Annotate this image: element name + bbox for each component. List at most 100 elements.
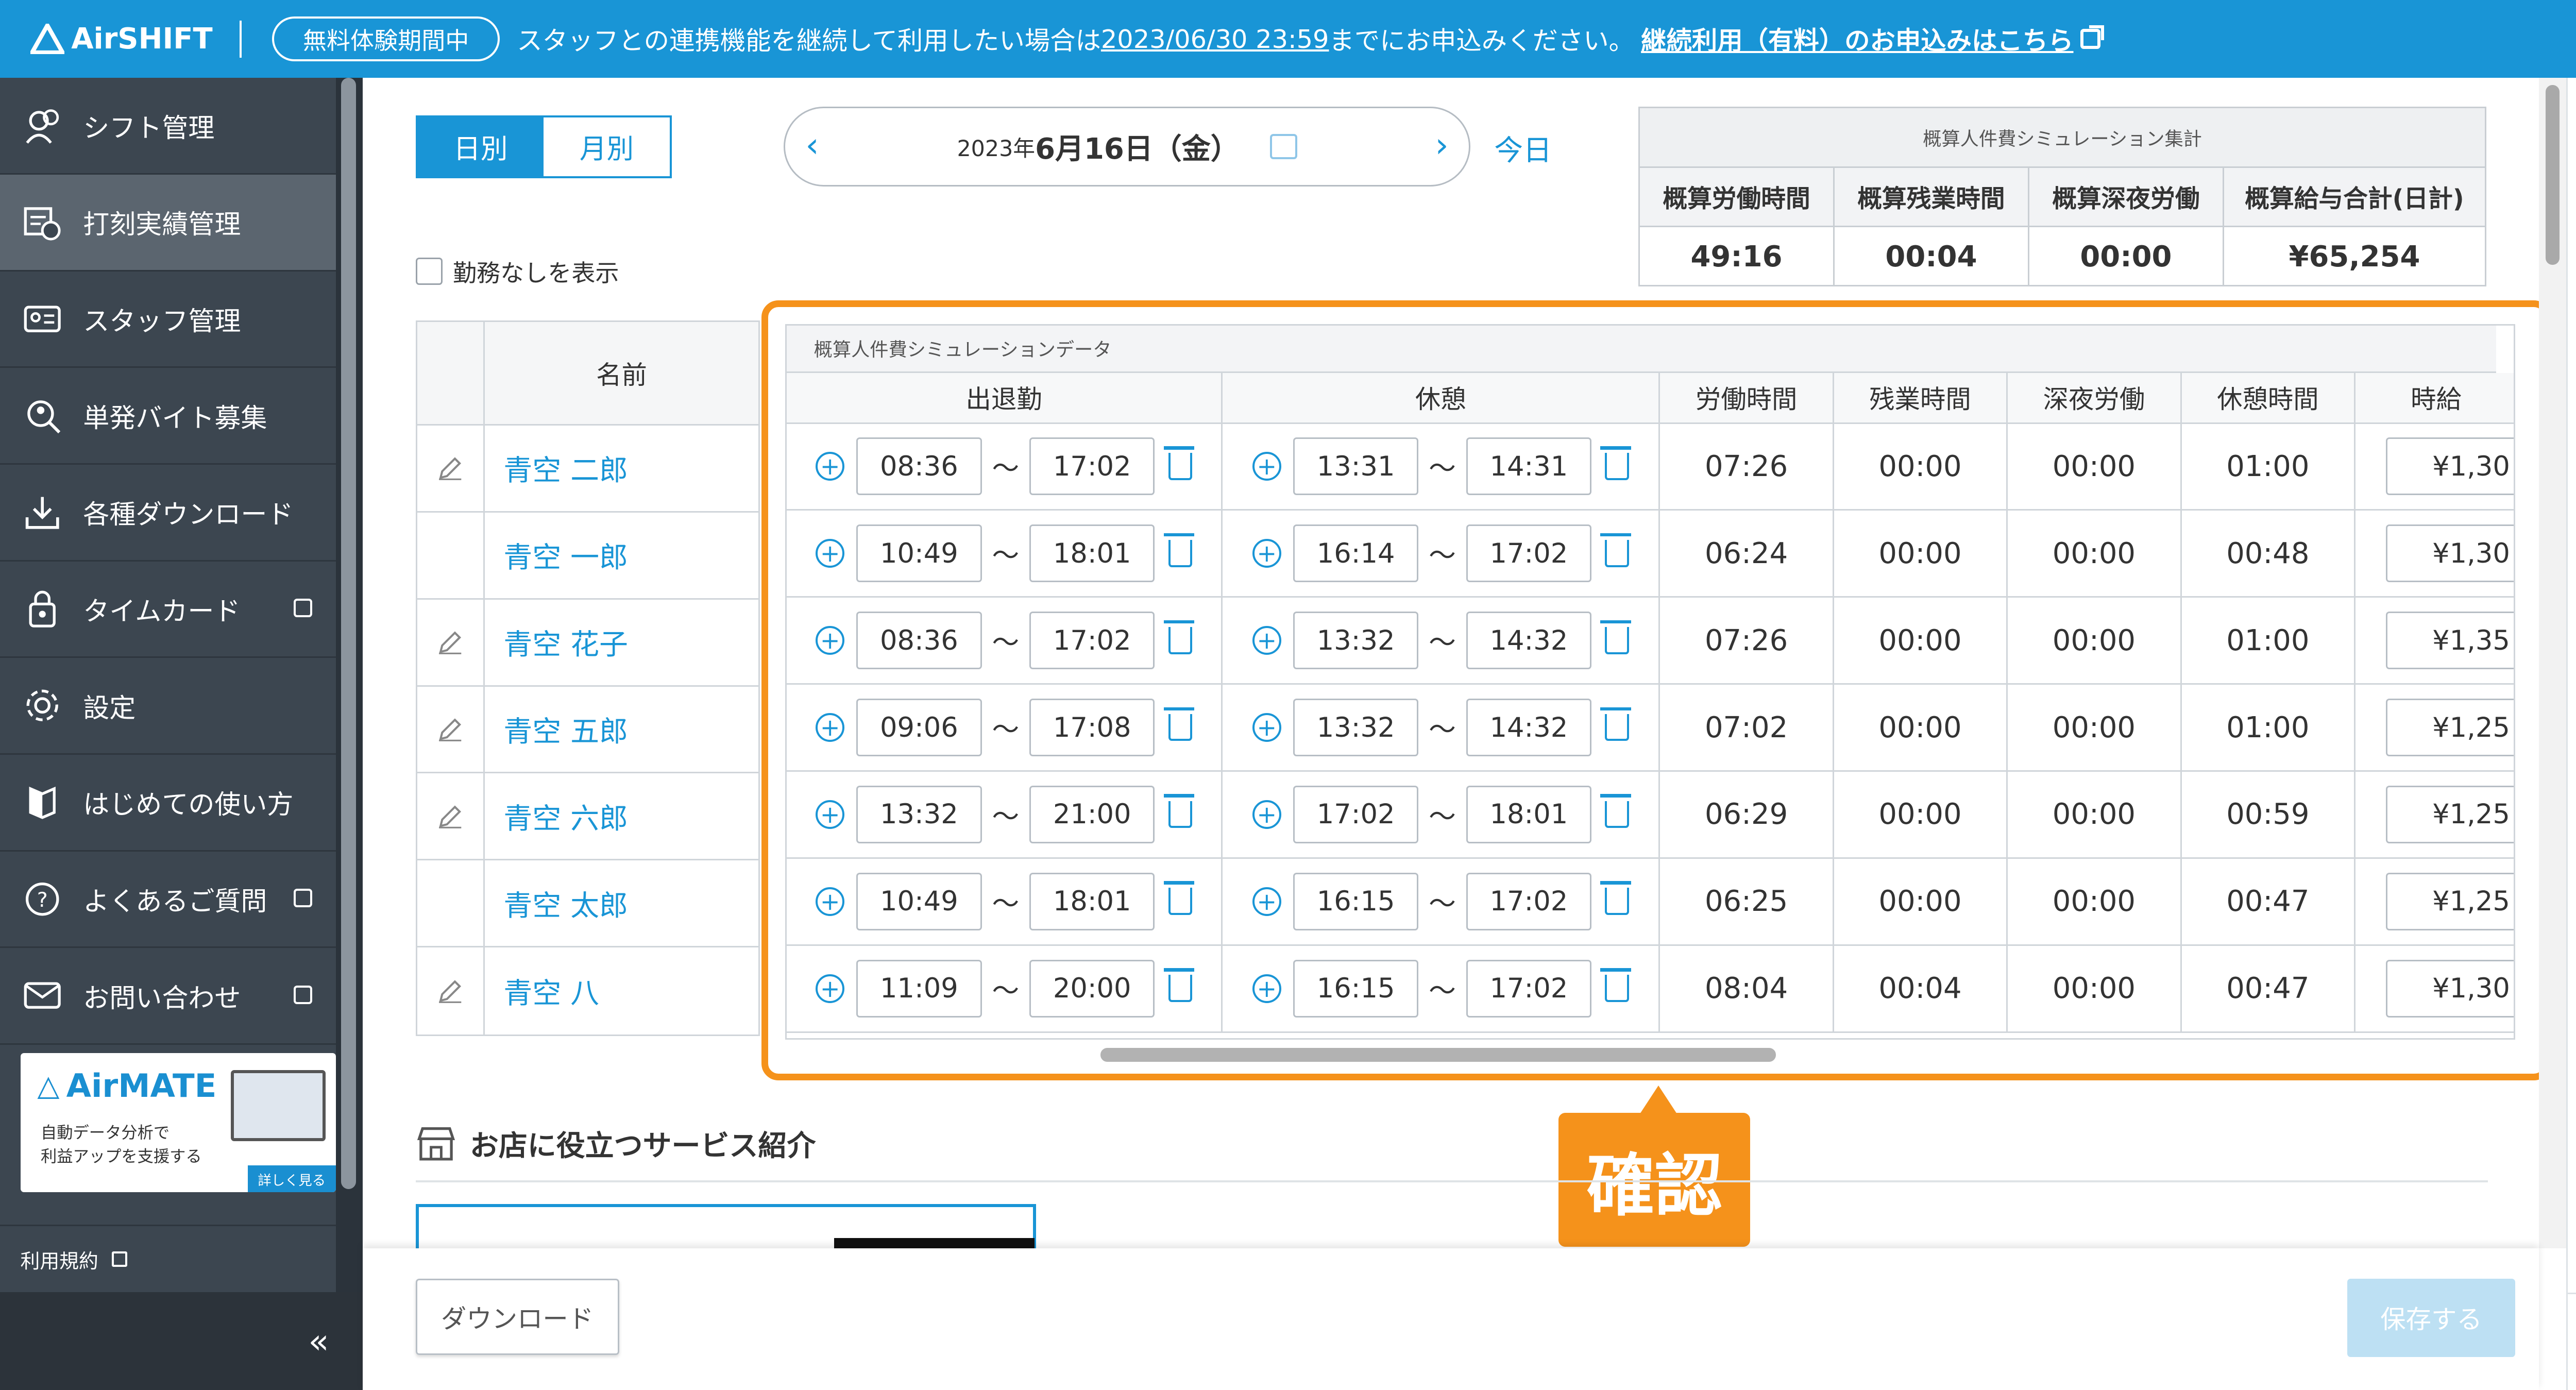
sidebar-item-attendance[interactable]: 打刻実績管理 bbox=[0, 175, 336, 272]
delete-attendance-trash-icon[interactable] bbox=[1163, 794, 1194, 828]
attendance-start-input[interactable]: 08:36 bbox=[856, 437, 982, 496]
attendance-end-input[interactable]: 17:02 bbox=[1029, 437, 1155, 496]
wage-input[interactable]: ¥1,25 bbox=[2386, 872, 2514, 930]
delete-attendance-trash-icon[interactable] bbox=[1163, 968, 1194, 1003]
add-break-icon[interactable]: + bbox=[1252, 539, 1281, 568]
add-attendance-icon[interactable]: + bbox=[816, 539, 845, 568]
sidebar-item-contact[interactable]: お問い合わせ bbox=[0, 948, 336, 1045]
delete-break-trash-icon[interactable] bbox=[1600, 446, 1631, 480]
prev-day-button[interactable]: ‹ bbox=[805, 125, 819, 165]
break-start-input[interactable]: 13:32 bbox=[1293, 699, 1419, 757]
sidebar-item-faq[interactable]: ? よくあるご質問 bbox=[0, 852, 336, 948]
delete-break-trash-icon[interactable] bbox=[1600, 968, 1631, 1003]
wage-input[interactable]: ¥1,30 bbox=[2386, 524, 2514, 583]
delete-break-trash-icon[interactable] bbox=[1600, 881, 1631, 916]
add-break-icon[interactable]: + bbox=[1252, 887, 1281, 916]
break-end-input[interactable]: 14:31 bbox=[1466, 437, 1592, 496]
sidebar-item-download[interactable]: 各種ダウンロード bbox=[0, 465, 336, 562]
edit-pencil-icon[interactable] bbox=[417, 686, 485, 772]
airmate-promo-banner[interactable]: △ AirMATE 自動データ分析で 利益アップを支援する 詳しく見る bbox=[20, 1053, 336, 1193]
add-break-icon[interactable]: + bbox=[1252, 452, 1281, 481]
break-end-input[interactable]: 18:01 bbox=[1466, 785, 1592, 843]
staff-name-link[interactable]: 青空 六郎 bbox=[485, 773, 758, 859]
break-end-input[interactable]: 14:32 bbox=[1466, 699, 1592, 757]
terms-link[interactable]: 利用規約 bbox=[0, 1224, 336, 1293]
break-end-input[interactable]: 17:02 bbox=[1466, 959, 1592, 1018]
delete-attendance-trash-icon[interactable] bbox=[1163, 620, 1194, 654]
attendance-end-input[interactable]: 18:01 bbox=[1029, 524, 1155, 583]
today-button[interactable]: 今日 bbox=[1494, 127, 1552, 169]
attendance-start-input[interactable]: 13:32 bbox=[856, 785, 982, 843]
sidebar-item-staff[interactable]: スタッフ管理 bbox=[0, 272, 336, 368]
break-start-input[interactable]: 13:31 bbox=[1293, 437, 1419, 496]
delete-break-trash-icon[interactable] bbox=[1600, 620, 1631, 654]
break-start-input[interactable]: 13:32 bbox=[1293, 612, 1419, 670]
wage-input[interactable]: ¥1,25 bbox=[2386, 699, 2514, 757]
attendance-end-input[interactable]: 17:08 bbox=[1029, 699, 1155, 757]
rightbar-collapse-button[interactable]: « bbox=[2567, 1292, 2576, 1390]
staff-name-link[interactable]: 青空 二郎 bbox=[485, 426, 758, 511]
show-no-work-toggle[interactable]: 勤務なしを表示 bbox=[415, 255, 619, 289]
break-end-input[interactable]: 14:32 bbox=[1466, 612, 1592, 670]
add-attendance-icon[interactable]: + bbox=[816, 713, 845, 742]
edit-pencil-icon[interactable] bbox=[417, 599, 485, 685]
attendance-start-input[interactable]: 09:06 bbox=[856, 699, 982, 757]
airshift-logo[interactable]: AirSHIFT bbox=[30, 22, 213, 56]
delete-attendance-trash-icon[interactable] bbox=[1163, 707, 1194, 741]
main-scrollbar[interactable] bbox=[2539, 78, 2566, 1248]
break-start-input[interactable]: 16:14 bbox=[1293, 524, 1419, 583]
wage-input[interactable]: ¥1,30 bbox=[2386, 959, 2514, 1018]
add-attendance-icon[interactable]: + bbox=[816, 800, 845, 829]
sidebar-item-guide[interactable]: はじめての使い方 bbox=[0, 755, 336, 852]
attendance-end-input[interactable]: 17:02 bbox=[1029, 612, 1155, 670]
save-button[interactable]: 保存する bbox=[2347, 1279, 2516, 1357]
add-attendance-icon[interactable]: + bbox=[816, 452, 845, 481]
add-attendance-icon[interactable]: + bbox=[816, 887, 845, 916]
break-start-input[interactable]: 16:15 bbox=[1293, 872, 1419, 930]
attendance-start-input[interactable]: 10:49 bbox=[856, 524, 982, 583]
delete-attendance-trash-icon[interactable] bbox=[1163, 881, 1194, 916]
delete-break-trash-icon[interactable] bbox=[1600, 794, 1631, 828]
sidebar-item-recruit[interactable]: 単発バイト募集 bbox=[0, 368, 336, 465]
horizontal-scrollbar[interactable] bbox=[1100, 1048, 1776, 1062]
wage-input[interactable]: ¥1,25 bbox=[2386, 785, 2514, 843]
add-attendance-icon[interactable]: + bbox=[816, 974, 845, 1003]
delete-break-trash-icon[interactable] bbox=[1600, 533, 1631, 567]
attendance-start-input[interactable]: 11:09 bbox=[856, 959, 982, 1018]
tab-monthly[interactable]: 月別 bbox=[544, 117, 670, 176]
calendar-icon[interactable] bbox=[1269, 134, 1297, 160]
edit-pencil-icon[interactable] bbox=[417, 425, 485, 511]
attendance-end-input[interactable]: 21:00 bbox=[1029, 785, 1155, 843]
break-start-input[interactable]: 17:02 bbox=[1293, 785, 1419, 843]
sidebar-item-timecard[interactable]: タイムカード bbox=[0, 562, 336, 658]
wage-input[interactable]: ¥1,35 bbox=[2386, 612, 2514, 670]
add-break-icon[interactable]: + bbox=[1252, 974, 1281, 1003]
delete-break-trash-icon[interactable] bbox=[1600, 707, 1631, 741]
download-button[interactable]: ダウンロード bbox=[415, 1279, 619, 1355]
add-break-icon[interactable]: + bbox=[1252, 713, 1281, 742]
sidebar-collapse-button[interactable]: « bbox=[0, 1292, 363, 1390]
checkbox[interactable] bbox=[415, 258, 443, 285]
break-end-input[interactable]: 17:02 bbox=[1466, 872, 1592, 930]
staff-name-link[interactable]: 青空 一郎 bbox=[485, 513, 758, 598]
break-end-input[interactable]: 17:02 bbox=[1466, 524, 1592, 583]
staff-name-link[interactable]: 青空 八 bbox=[485, 947, 758, 1035]
sidebar-item-shift[interactable]: シフト管理 bbox=[0, 78, 336, 175]
wage-input[interactable]: ¥1,30 bbox=[2386, 437, 2514, 496]
delete-attendance-trash-icon[interactable] bbox=[1163, 533, 1194, 567]
next-day-button[interactable]: › bbox=[1435, 125, 1448, 165]
tab-daily[interactable]: 日別 bbox=[417, 117, 544, 176]
staff-name-link[interactable]: 青空 太郎 bbox=[485, 860, 758, 946]
sidebar-item-settings[interactable]: 設定 bbox=[0, 658, 336, 755]
delete-attendance-trash-icon[interactable] bbox=[1163, 446, 1194, 480]
add-break-icon[interactable]: + bbox=[1252, 626, 1281, 655]
edit-pencil-icon[interactable] bbox=[417, 947, 485, 1035]
promo-details-button[interactable]: 詳しく見る bbox=[247, 1165, 336, 1193]
staff-name-link[interactable]: 青空 五郎 bbox=[485, 687, 758, 772]
attendance-start-input[interactable]: 08:36 bbox=[856, 612, 982, 670]
staff-name-link[interactable]: 青空 花子 bbox=[485, 600, 758, 685]
add-attendance-icon[interactable]: + bbox=[816, 626, 845, 655]
sidebar-scrollbar[interactable] bbox=[335, 78, 363, 1293]
attendance-end-input[interactable]: 18:01 bbox=[1029, 872, 1155, 930]
service-card[interactable] bbox=[415, 1204, 1037, 1259]
